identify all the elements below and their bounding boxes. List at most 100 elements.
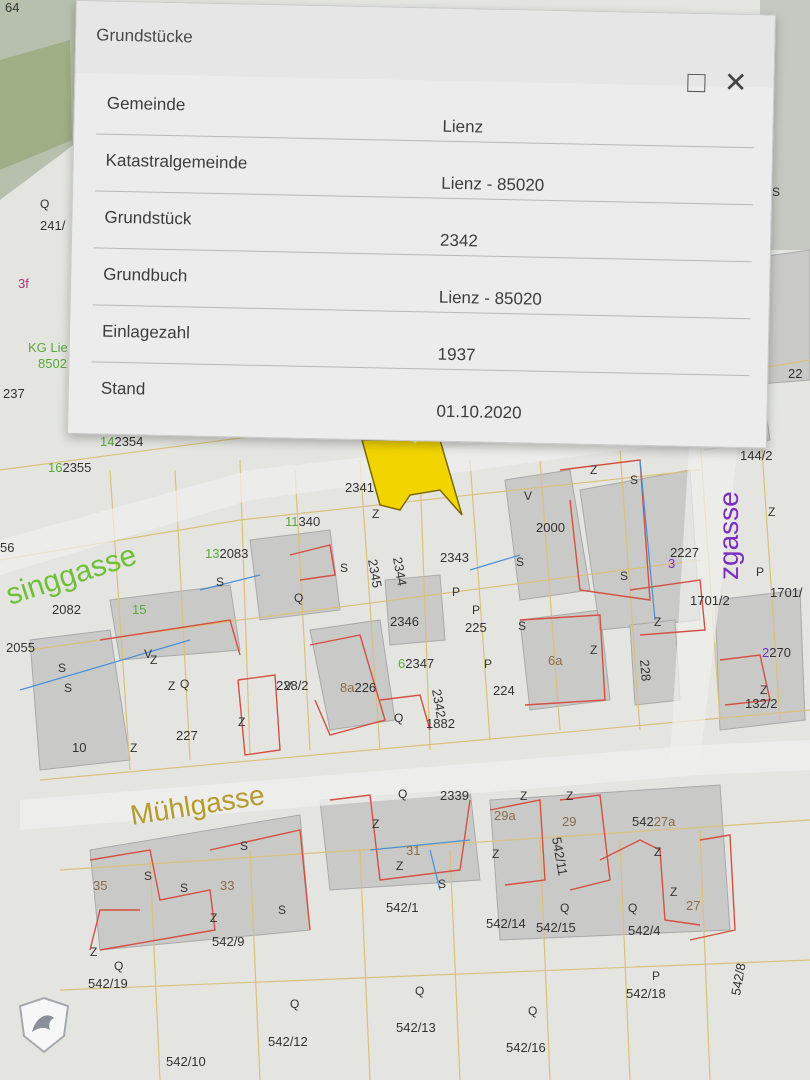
svg-text:132/2: 132/2: [745, 696, 778, 711]
svg-text:22: 22: [788, 366, 802, 381]
svg-text:V: V: [144, 647, 152, 661]
svg-text:Q: Q: [294, 591, 303, 605]
svg-text:1701/2: 1701/2: [690, 593, 730, 608]
svg-text:54227a: 54227a: [632, 814, 676, 829]
svg-text:228/2: 228/2: [276, 678, 309, 693]
svg-text:542/4: 542/4: [628, 923, 661, 938]
svg-text:241/: 241/: [40, 218, 66, 233]
svg-text:3f: 3f: [18, 276, 29, 291]
svg-text:2000: 2000: [536, 520, 565, 535]
svg-text:33: 33: [220, 878, 234, 893]
svg-text:Q: Q: [528, 1004, 537, 1018]
svg-text:Q: Q: [628, 901, 637, 915]
svg-text:Q: Q: [114, 959, 123, 973]
svg-text:542/12: 542/12: [268, 1034, 308, 1049]
attr-value: 2342: [439, 230, 479, 251]
svg-text:Z: Z: [654, 615, 661, 629]
svg-text:Z: Z: [168, 679, 175, 693]
svg-text:S: S: [620, 569, 628, 583]
svg-text:Z: Z: [670, 885, 677, 899]
svg-text:35: 35: [93, 878, 107, 893]
svg-text:542/1: 542/1: [386, 900, 419, 915]
svg-text:142354: 142354: [100, 434, 143, 449]
attr-label: Katastralgemeinde: [105, 150, 248, 173]
attr-label: Grundstück: [104, 207, 192, 229]
svg-text:225: 225: [465, 620, 487, 635]
svg-text:P: P: [472, 603, 480, 617]
attr-value: Lienz - 85020: [441, 173, 545, 195]
svg-text:542/9: 542/9: [212, 934, 245, 949]
svg-text:Z: Z: [566, 789, 573, 803]
svg-text:Q: Q: [415, 984, 424, 998]
svg-text:Q: Q: [40, 197, 49, 211]
svg-text:31: 31: [406, 843, 420, 858]
svg-text:Q: Q: [290, 997, 299, 1011]
popup-title: Grundstücke: [96, 25, 193, 47]
shield-logo-icon: [18, 996, 70, 1054]
svg-text:6a: 6a: [548, 653, 563, 668]
svg-text:8a226: 8a226: [340, 680, 376, 695]
attr-value: Lienz: [442, 116, 484, 137]
svg-text:64: 64: [5, 0, 19, 15]
popup-attribute-table: Gemeinde Lienz Katastralgemeinde Lienz -…: [90, 77, 756, 432]
svg-text:S: S: [64, 681, 72, 695]
svg-text:2339: 2339: [440, 788, 469, 803]
svg-text:542/13: 542/13: [396, 1020, 436, 1035]
svg-text:162355: 162355: [48, 460, 91, 475]
svg-text:S: S: [144, 869, 152, 883]
svg-text:Z: Z: [492, 847, 499, 861]
svg-text:227: 227: [176, 728, 198, 743]
attr-label: Gemeinde: [106, 93, 186, 115]
svg-text:Q: Q: [180, 677, 189, 691]
attr-label: Einlagezahl: [101, 321, 191, 343]
svg-text:542/16: 542/16: [506, 1040, 546, 1055]
svg-text:V: V: [524, 489, 532, 503]
svg-text:Z: Z: [590, 463, 597, 477]
svg-text:542/19: 542/19: [88, 976, 128, 991]
svg-text:56: 56: [0, 540, 14, 555]
attr-value: 1937: [437, 344, 476, 365]
svg-text:2343: 2343: [440, 550, 469, 565]
svg-text:542/10: 542/10: [166, 1054, 206, 1069]
svg-text:228: 228: [637, 659, 654, 682]
svg-text:542/15: 542/15: [536, 920, 576, 935]
svg-text:Z: Z: [238, 715, 245, 729]
svg-text:15: 15: [132, 602, 146, 617]
svg-text:144/2: 144/2: [740, 448, 773, 463]
svg-text:Z: Z: [372, 817, 379, 831]
svg-text:Z: Z: [768, 505, 775, 519]
svg-text:Z: Z: [372, 507, 379, 521]
svg-text:Q: Q: [560, 901, 569, 915]
svg-text:2341: 2341: [345, 480, 374, 495]
svg-text:Q: Q: [394, 711, 403, 725]
svg-text:Z: Z: [760, 683, 767, 697]
attr-value: 01.10.2020: [436, 401, 522, 423]
parcel-info-popup: Grundstücke ✕ Gemeinde Lienz Katastralge…: [66, 0, 776, 449]
attr-label: Stand: [100, 378, 146, 399]
svg-text:S: S: [518, 619, 526, 633]
svg-text:62347: 62347: [398, 656, 434, 671]
svg-text:S: S: [278, 903, 286, 917]
svg-text:S: S: [180, 881, 188, 895]
popup-header: Grundstücke ✕: [75, 1, 775, 98]
svg-text:P: P: [652, 969, 660, 983]
attr-value: Lienz - 85020: [438, 287, 543, 309]
svg-text:224: 224: [493, 683, 515, 698]
svg-text:S: S: [340, 561, 348, 575]
svg-text:3: 3: [668, 556, 675, 571]
svg-text:8502: 8502: [38, 356, 67, 371]
svg-text:Z: Z: [130, 741, 137, 755]
svg-text:542/14: 542/14: [486, 916, 526, 931]
svg-text:11340: 11340: [285, 514, 320, 529]
svg-text:S: S: [438, 877, 446, 891]
svg-text:S: S: [772, 185, 780, 199]
svg-text:Z: Z: [590, 643, 597, 657]
svg-text:P: P: [484, 657, 492, 671]
svg-text:2270: 2270: [762, 645, 791, 660]
svg-text:Z: Z: [654, 845, 661, 859]
svg-text:29a: 29a: [494, 808, 516, 823]
svg-text:KG Lie: KG Lie: [28, 340, 68, 355]
svg-text:2082: 2082: [52, 602, 81, 617]
svg-text:Z: Z: [210, 911, 217, 925]
svg-text:Z: Z: [396, 859, 403, 873]
